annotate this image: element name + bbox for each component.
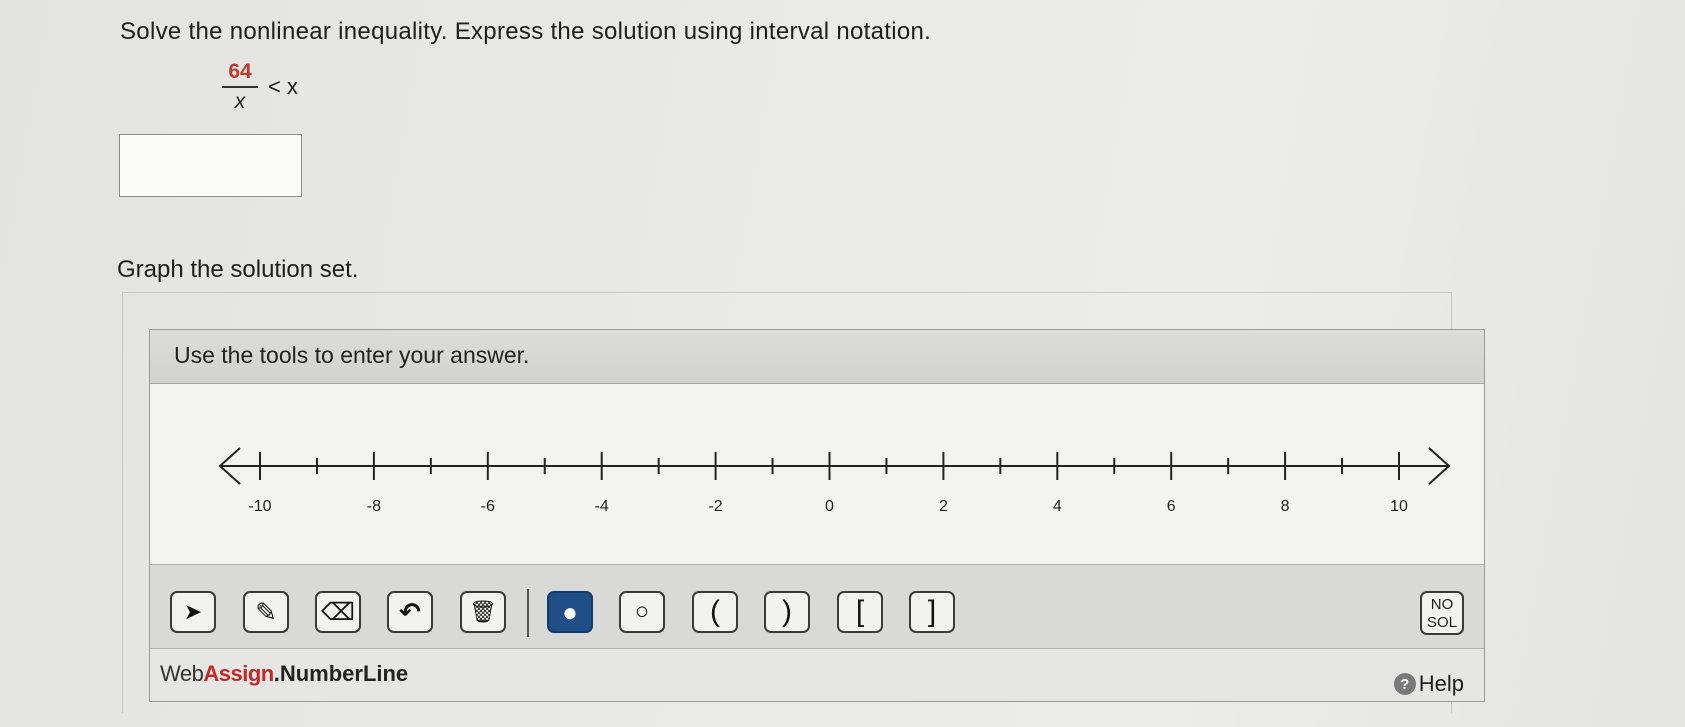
help-label: Help bbox=[1418, 671, 1464, 696]
panel-footer: WebAssign.NumberLine ? Help bbox=[150, 648, 1484, 701]
right-bracket-icon: ] bbox=[927, 595, 937, 628]
interval-answer-input[interactable] bbox=[119, 134, 302, 197]
fraction-bar bbox=[222, 86, 258, 88]
pencil-icon: ✎ bbox=[255, 596, 277, 627]
eraser-tool-button[interactable]: ⌫ bbox=[315, 591, 361, 633]
trash-tool-button[interactable]: 🗑 bbox=[460, 591, 506, 633]
closed-point-icon: ● bbox=[562, 596, 578, 627]
tick-label: 10 bbox=[1390, 498, 1408, 515]
left-paren-tool-button[interactable]: ( bbox=[692, 591, 738, 633]
undo-tool-button[interactable]: ↶ bbox=[387, 591, 433, 633]
pointer-icon: ➤ bbox=[183, 599, 203, 624]
trash-icon: 🗑 bbox=[469, 599, 497, 624]
no-solution-line1: NO bbox=[1430, 596, 1454, 613]
right-paren-tool-button[interactable]: ) bbox=[764, 591, 810, 633]
tools-toolbar: ➤ ✎ ⌫ ↶ 🗑 ● ○ ( ) [ ] NO SOL bbox=[150, 564, 1484, 649]
tick-label: -2 bbox=[708, 498, 722, 515]
tick-label: 4 bbox=[1053, 498, 1062, 515]
numberline-canvas[interactable]: -10 -8 -6 -4 -2 0 2 4 6 8 10 bbox=[150, 384, 1484, 564]
numberline-tool-panel: Use the tools to enter your answer. -10-… bbox=[149, 329, 1485, 702]
number-line[interactable]: -10 -8 -6 -4 -2 0 2 4 6 8 10 bbox=[150, 384, 1483, 564]
right-paren-icon: ) bbox=[782, 595, 792, 628]
left-bracket-icon: [ bbox=[855, 595, 865, 628]
fraction-denominator: x bbox=[234, 90, 246, 113]
right-bracket-tool-button[interactable]: ] bbox=[909, 591, 955, 633]
left-bracket-tool-button[interactable]: [ bbox=[837, 591, 883, 633]
fraction-numerator: 64 bbox=[228, 60, 252, 83]
tick-label: 0 bbox=[825, 498, 834, 515]
brand-numberline: .NumberLine bbox=[273, 661, 409, 686]
help-link[interactable]: ? Help bbox=[1393, 671, 1464, 697]
undo-icon: ↶ bbox=[399, 596, 421, 627]
no-solution-line2: SOL bbox=[1426, 614, 1457, 631]
tick-label: 2 bbox=[939, 498, 948, 515]
brand-assign: Assign bbox=[203, 661, 274, 686]
graph-prompt: Graph the solution set. bbox=[117, 256, 359, 283]
toolbar-separator bbox=[527, 589, 529, 637]
tick-label: -6 bbox=[481, 498, 495, 515]
question-text: Solve the nonlinear inequality. Express … bbox=[120, 18, 932, 45]
eraser-icon: ⌫ bbox=[321, 598, 355, 626]
fraction: 64 x bbox=[222, 60, 258, 114]
closed-point-tool-button[interactable]: ● bbox=[547, 591, 593, 633]
inequality-rhs: < x bbox=[268, 74, 298, 99]
open-point-icon: ○ bbox=[634, 598, 650, 625]
pointer-tool-button[interactable]: ➤ bbox=[170, 591, 216, 633]
tick-label: 8 bbox=[1281, 498, 1290, 515]
left-paren-icon: ( bbox=[710, 595, 720, 628]
pencil-tool-button[interactable]: ✎ bbox=[243, 591, 289, 633]
no-solution-button[interactable]: NO SOL bbox=[1420, 591, 1464, 635]
panel-header-text: Use the tools to enter your answer. bbox=[174, 342, 530, 368]
tick-label: -4 bbox=[595, 498, 609, 515]
brand-web: Web bbox=[160, 661, 204, 686]
tick-label: 6 bbox=[1167, 498, 1176, 515]
panel-header: Use the tools to enter your answer. bbox=[150, 330, 1484, 384]
help-icon: ? bbox=[1393, 673, 1416, 695]
webassign-numberline-logo: WebAssign.NumberLine bbox=[160, 661, 408, 687]
tick-label: -10 bbox=[248, 498, 271, 515]
inequality-expression: 64 x < x bbox=[222, 60, 298, 114]
open-point-tool-button[interactable]: ○ bbox=[619, 591, 665, 633]
tick-label: -8 bbox=[367, 498, 381, 515]
